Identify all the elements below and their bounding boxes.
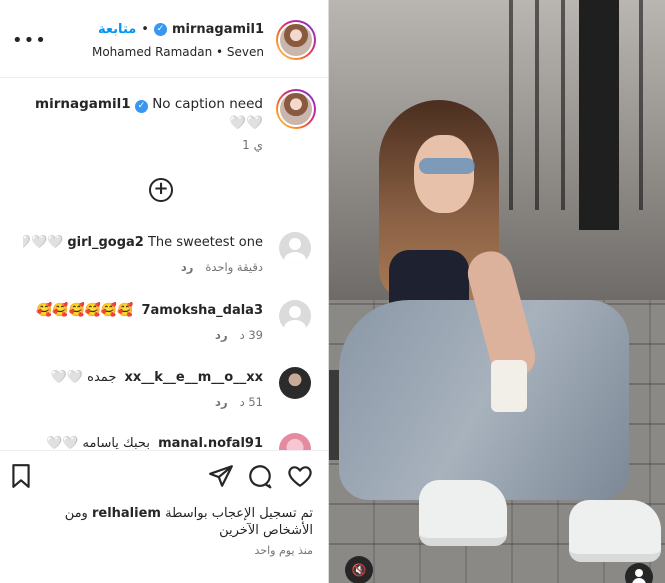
photo-pole: [579, 0, 619, 230]
post-header: ••• mirnagamil1 ✓ • متابعة Mohamed Ramad…: [0, 0, 328, 78]
post-photo[interactable]: 🔇: [329, 0, 665, 583]
post-detail-panel: ••• mirnagamil1 ✓ • متابعة Mohamed Ramad…: [0, 0, 329, 583]
comment-bubble-icon[interactable]: [247, 463, 273, 489]
bookmark-icon[interactable]: [8, 463, 34, 489]
comment-avatar[interactable]: [279, 300, 311, 332]
send-icon[interactable]: [208, 463, 234, 489]
post-time[interactable]: منذ يوم واحد: [255, 544, 313, 557]
heart-icon[interactable]: [287, 463, 313, 489]
comment-text-line: xx__k__e__m__o__xx جمده 🤍🤍: [23, 369, 263, 387]
header-username[interactable]: mirnagamil1: [172, 22, 264, 37]
action-bar: تم تسجيل الإعجاب بواسطة relhaliem ومن ال…: [0, 450, 328, 583]
comment-time: 51 د: [239, 395, 263, 409]
comment-text: بحبك ياسامه 🤍🤍: [46, 436, 150, 451]
caption-text: No caption need 🤍🤍: [152, 96, 263, 131]
comment-meta: 39 د رد: [215, 328, 263, 342]
comment-meta: دقيقة واحدة رد: [181, 260, 263, 274]
verified-badge-icon: ✓: [134, 100, 148, 113]
comment-text: جمده 🤍🤍: [50, 370, 117, 385]
likes-username[interactable]: relhaliem: [92, 506, 161, 521]
comment-item: 7amoksha_dala3 🥰🥰🥰🥰🥰🥰 39 د رد: [0, 300, 328, 360]
comment-username[interactable]: xx__k__e__m__o__xx: [125, 370, 263, 385]
comment-time: دقيقة واحدة: [205, 260, 263, 274]
comment-meta: 51 د رد: [215, 395, 263, 409]
photo-sunglasses: [419, 158, 475, 174]
photo-cup: [491, 360, 527, 412]
caption-avatar[interactable]: [276, 89, 316, 129]
plus-circle-icon[interactable]: +: [149, 178, 173, 202]
likes-summary: تم تسجيل الإعجاب بواسطة relhaliem ومن ال…: [13, 505, 313, 539]
comment-username[interactable]: 7amoksha_dala3: [141, 303, 263, 318]
caption-time: 1 ي: [242, 138, 263, 152]
muted-speaker-icon[interactable]: 🔇: [345, 556, 373, 583]
comment-item: xx__k__e__m__o__xx جمده 🤍🤍 51 د رد: [0, 367, 328, 427]
comment-avatar[interactable]: [279, 367, 311, 399]
reply-button[interactable]: رد: [215, 395, 228, 409]
comment-time: 39 د: [239, 328, 263, 342]
comment-text-line: 7amoksha_dala3 🥰🥰🥰🥰🥰🥰: [23, 302, 263, 320]
more-dots-icon[interactable]: •••: [12, 32, 47, 50]
comment-username[interactable]: girl_goga2: [67, 235, 144, 250]
audio-label[interactable]: Mohamed Ramadan • Seven: [92, 45, 264, 59]
comment-item: girl_goga2 The sweetest one🤍🤍🤍 دقيقة واح…: [0, 232, 328, 292]
header-user-line: mirnagamil1 ✓ • متابعة: [98, 22, 264, 37]
separator-dot: •: [141, 22, 149, 37]
person-tag-icon[interactable]: [625, 563, 653, 583]
likes-prefix: تم تسجيل الإعجاب بواسطة: [165, 506, 313, 521]
photo-sneaker-right: [569, 500, 661, 562]
comment-username[interactable]: manal.nofal91: [158, 436, 263, 451]
caption-username[interactable]: mirnagamil1: [35, 96, 131, 112]
header-avatar[interactable]: [276, 20, 316, 60]
reply-button[interactable]: رد: [181, 260, 194, 274]
comment-avatar[interactable]: [279, 232, 311, 264]
comment-text: 🥰🥰🥰🥰🥰🥰: [36, 303, 134, 318]
comment-text-line: girl_goga2 The sweetest one🤍🤍🤍: [23, 234, 263, 252]
photo-sneaker-left: [419, 480, 507, 546]
verified-badge-icon: ✓: [153, 23, 167, 36]
reply-button[interactable]: رد: [215, 328, 228, 342]
caption: mirnagamil1 ✓ No caption need 🤍🤍: [13, 95, 263, 133]
follow-button[interactable]: متابعة: [98, 22, 136, 37]
photo-face: [414, 135, 474, 213]
